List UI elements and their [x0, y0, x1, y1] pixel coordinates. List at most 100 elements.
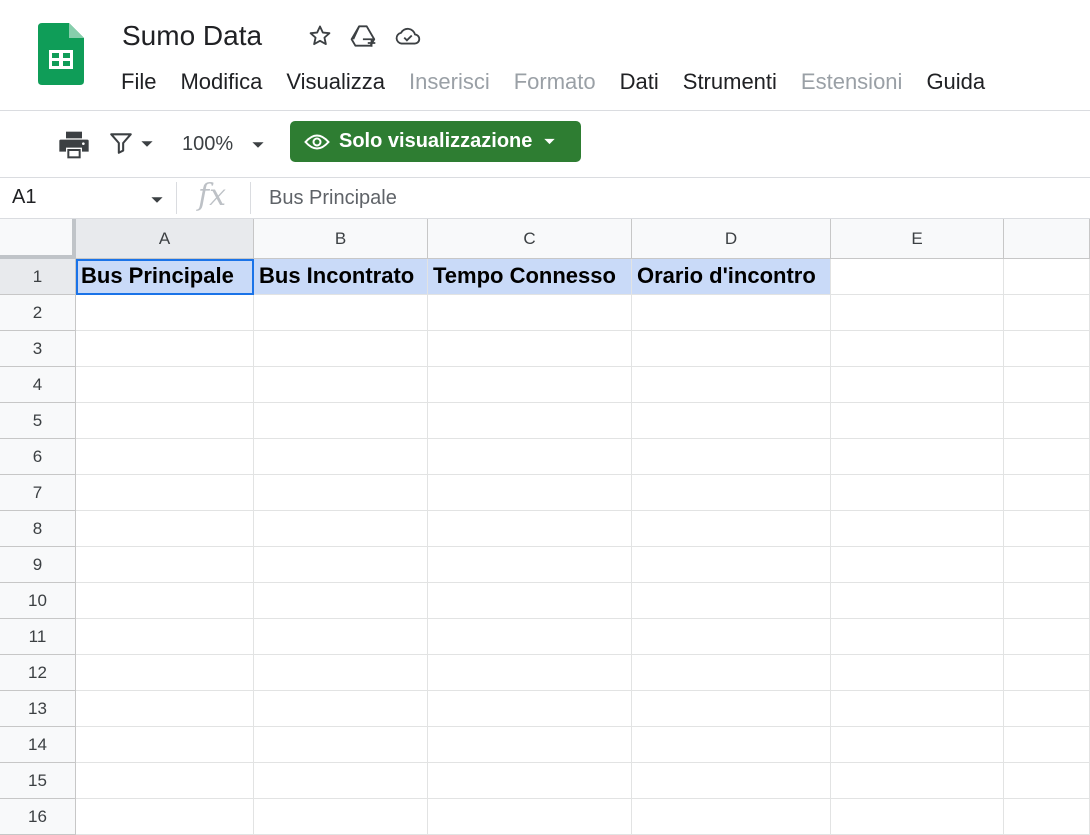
- cell-a4[interactable]: [76, 367, 254, 403]
- cell-e14[interactable]: [831, 727, 1004, 763]
- row-header-16[interactable]: 16: [0, 799, 76, 835]
- row-header-12[interactable]: 12: [0, 655, 76, 691]
- cell-b15[interactable]: [254, 763, 428, 799]
- row-header-5[interactable]: 5: [0, 403, 76, 439]
- cell-e10[interactable]: [831, 583, 1004, 619]
- cell-a10[interactable]: [76, 583, 254, 619]
- cell-a8[interactable]: [76, 511, 254, 547]
- cell-e11[interactable]: [831, 619, 1004, 655]
- cell-d7[interactable]: [632, 475, 831, 511]
- cell-e12[interactable]: [831, 655, 1004, 691]
- cell-e13[interactable]: [831, 691, 1004, 727]
- cell-b1[interactable]: Bus Incontrato: [254, 259, 428, 295]
- select-all-corner[interactable]: [0, 219, 76, 259]
- row-header-15[interactable]: 15: [0, 763, 76, 799]
- cell-a15[interactable]: [76, 763, 254, 799]
- cell[interactable]: [1004, 475, 1090, 511]
- cell-b2[interactable]: [254, 295, 428, 331]
- cell-b6[interactable]: [254, 439, 428, 475]
- row-header-3[interactable]: 3: [0, 331, 76, 367]
- cell-c11[interactable]: [428, 619, 632, 655]
- cell-a6[interactable]: [76, 439, 254, 475]
- cell-c16[interactable]: [428, 799, 632, 835]
- cell-b14[interactable]: [254, 727, 428, 763]
- menu-visualizza[interactable]: Visualizza: [274, 67, 397, 97]
- filter-button[interactable]: [108, 131, 158, 159]
- cell-c15[interactable]: [428, 763, 632, 799]
- cell[interactable]: [1004, 727, 1090, 763]
- cell-e3[interactable]: [831, 331, 1004, 367]
- cell[interactable]: [1004, 655, 1090, 691]
- cell[interactable]: [1004, 619, 1090, 655]
- menu-dati[interactable]: Dati: [608, 67, 671, 97]
- cell-b11[interactable]: [254, 619, 428, 655]
- cloud-status-icon[interactable]: [394, 22, 422, 50]
- print-icon[interactable]: [58, 130, 90, 160]
- cell-e16[interactable]: [831, 799, 1004, 835]
- cell-b4[interactable]: [254, 367, 428, 403]
- row-header-9[interactable]: 9: [0, 547, 76, 583]
- cell-b5[interactable]: [254, 403, 428, 439]
- cell-d8[interactable]: [632, 511, 831, 547]
- cell-d6[interactable]: [632, 439, 831, 475]
- cell-e2[interactable]: [831, 295, 1004, 331]
- column-header[interactable]: [1004, 219, 1090, 259]
- cell-c4[interactable]: [428, 367, 632, 403]
- cell-d3[interactable]: [632, 331, 831, 367]
- cell-d10[interactable]: [632, 583, 831, 619]
- cell-e7[interactable]: [831, 475, 1004, 511]
- row-header-10[interactable]: 10: [0, 583, 76, 619]
- cell-d15[interactable]: [632, 763, 831, 799]
- cell-a2[interactable]: [76, 295, 254, 331]
- row-header-2[interactable]: 2: [0, 295, 76, 331]
- cell-c5[interactable]: [428, 403, 632, 439]
- column-header-a[interactable]: A: [76, 219, 254, 259]
- row-header-11[interactable]: 11: [0, 619, 76, 655]
- menu-guida[interactable]: Guida: [914, 67, 997, 97]
- move-to-drive-icon[interactable]: [350, 22, 378, 50]
- menu-formato[interactable]: Formato: [502, 67, 608, 97]
- cell-a12[interactable]: [76, 655, 254, 691]
- cell-e5[interactable]: [831, 403, 1004, 439]
- document-title[interactable]: Sumo Data: [122, 20, 262, 52]
- cell[interactable]: [1004, 763, 1090, 799]
- cell-e9[interactable]: [831, 547, 1004, 583]
- menu-file[interactable]: File: [109, 67, 168, 97]
- active-cell-a1[interactable]: Bus Principale: [76, 259, 254, 295]
- row-header-8[interactable]: 8: [0, 511, 76, 547]
- column-header-b[interactable]: B: [254, 219, 428, 259]
- cell-a13[interactable]: [76, 691, 254, 727]
- cell-c1[interactable]: Tempo Connesso: [428, 259, 632, 295]
- cell-c7[interactable]: [428, 475, 632, 511]
- cell[interactable]: [1004, 511, 1090, 547]
- cell-b12[interactable]: [254, 655, 428, 691]
- cell-e8[interactable]: [831, 511, 1004, 547]
- row-header-14[interactable]: 14: [0, 727, 76, 763]
- cell[interactable]: [1004, 367, 1090, 403]
- row-header-6[interactable]: 6: [0, 439, 76, 475]
- cell-d5[interactable]: [632, 403, 831, 439]
- menu-estensioni[interactable]: Estensioni: [789, 67, 915, 97]
- cell-d1[interactable]: Orario d'incontro: [632, 259, 831, 295]
- menu-modifica[interactable]: Modifica: [168, 67, 274, 97]
- cell[interactable]: [1004, 547, 1090, 583]
- cell[interactable]: [1004, 331, 1090, 367]
- star-icon[interactable]: [306, 22, 334, 50]
- cell-e1[interactable]: [831, 259, 1004, 295]
- cell-d16[interactable]: [632, 799, 831, 835]
- cell-d12[interactable]: [632, 655, 831, 691]
- cell-c13[interactable]: [428, 691, 632, 727]
- zoom-select[interactable]: 100%: [182, 130, 265, 158]
- row-header-4[interactable]: 4: [0, 367, 76, 403]
- cell-b9[interactable]: [254, 547, 428, 583]
- cell-a16[interactable]: [76, 799, 254, 835]
- cell-a14[interactable]: [76, 727, 254, 763]
- cell-b8[interactable]: [254, 511, 428, 547]
- column-header-e[interactable]: E: [831, 219, 1004, 259]
- sheets-logo-icon[interactable]: [38, 23, 84, 85]
- cell[interactable]: [1004, 691, 1090, 727]
- cell[interactable]: [1004, 259, 1090, 295]
- cell-c10[interactable]: [428, 583, 632, 619]
- cell-a7[interactable]: [76, 475, 254, 511]
- cell-d14[interactable]: [632, 727, 831, 763]
